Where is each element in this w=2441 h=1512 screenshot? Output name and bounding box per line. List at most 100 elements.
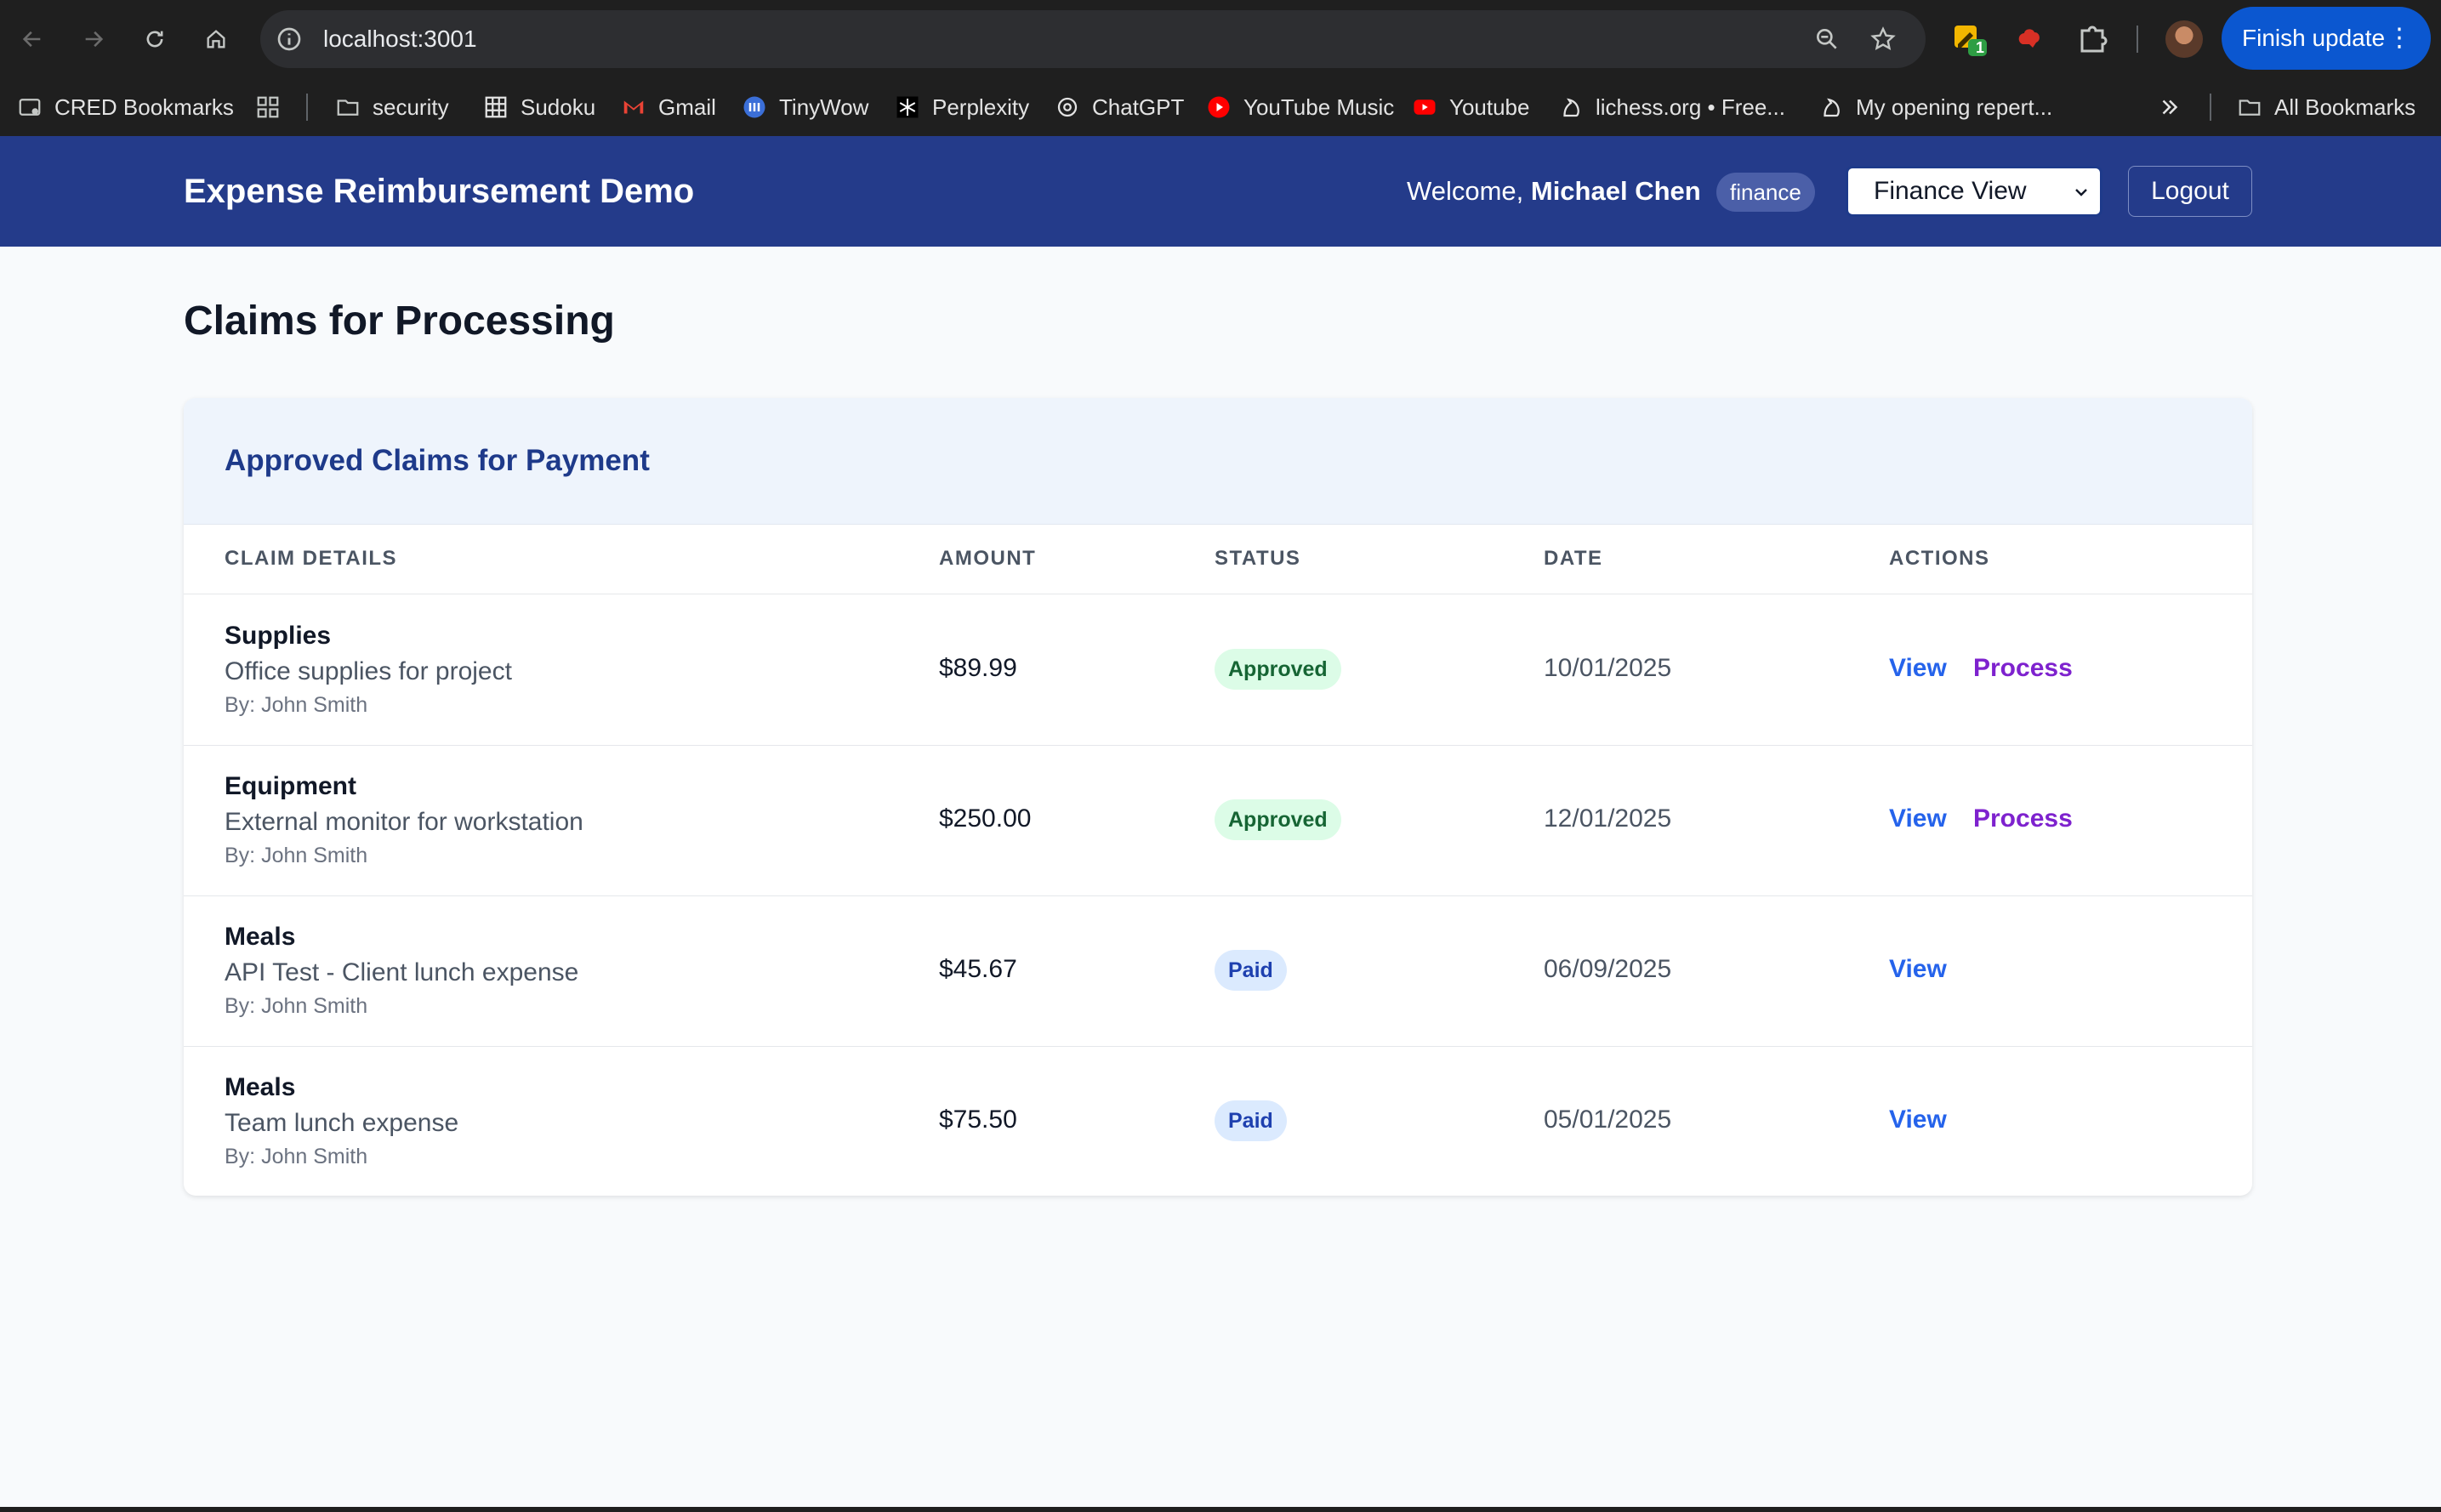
card-title: Approved Claims for Payment	[225, 444, 650, 477]
claim-category: Equipment	[225, 772, 356, 800]
claim-submitter: By: John Smith	[225, 994, 368, 1018]
bookmark-gmail[interactable]: Gmail	[621, 78, 716, 136]
folder-icon	[335, 94, 361, 120]
claim-category: Supplies	[225, 622, 332, 650]
claim-amount: $250.00	[939, 804, 1032, 833]
finish-update-label: Finish update	[2242, 25, 2386, 51]
gmail-icon	[621, 94, 646, 120]
table-row: Equipment External monitor for workstati…	[184, 745, 2252, 896]
user-name: Michael Chen	[1530, 176, 1701, 206]
all-bookmarks-button[interactable]: All Bookmarks	[2237, 78, 2415, 136]
youtube-icon	[1412, 94, 1437, 120]
column-header-date: DATE	[1544, 547, 1603, 570]
process-link[interactable]: Process	[1973, 594, 2073, 742]
forward-arrow-icon	[85, 31, 104, 48]
extensions-menu-button[interactable]	[2072, 19, 2113, 60]
claims-card: Approved Claims for Payment CLAIM DETAIL…	[184, 398, 2252, 1196]
table-row: Meals Team lunch expense By: John Smith …	[184, 1046, 2252, 1196]
logout-button[interactable]: Logout	[2128, 166, 2252, 217]
claim-date: 12/01/2025	[1544, 804, 1672, 833]
bookmark-label: security	[373, 94, 449, 120]
claim-description: Office supplies for project	[225, 657, 512, 685]
claim-amount: $45.67	[939, 955, 1017, 983]
bookmark-sudoku[interactable]: Sudoku	[483, 78, 595, 136]
bookmark-youtube-music[interactable]: YouTube Music	[1206, 78, 1394, 136]
table-row: Supplies Office supplies for project By:…	[184, 594, 2252, 746]
home-button[interactable]	[196, 19, 236, 60]
address-bar[interactable]: localhost:3001	[260, 10, 1926, 68]
bookmark-chatgpt[interactable]: ChatGPT	[1055, 78, 1184, 136]
home-icon	[207, 30, 225, 48]
bookmark-label: ChatGPT	[1092, 94, 1185, 120]
forward-button[interactable]	[73, 19, 114, 60]
bookmark-security[interactable]: security	[335, 78, 449, 136]
puzzle-icon	[2080, 26, 2108, 53]
bookmark-label: Perplexity	[932, 94, 1030, 120]
bookmarks-bar: CRED Bookmarks security Sudoku Gmail Tin…	[0, 78, 2441, 137]
toolbar-divider	[2137, 26, 2138, 53]
claim-description: API Test - Client lunch expense	[225, 958, 579, 986]
extension-brain-icon	[2018, 29, 2040, 48]
sudoku-icon	[483, 94, 509, 120]
site-info-icon[interactable]	[276, 26, 303, 53]
view-link[interactable]: View	[1889, 594, 1947, 742]
bookmark-cred-bookmarks[interactable]: CRED Bookmarks	[17, 78, 234, 136]
view-select[interactable]: Finance View	[1846, 166, 2102, 217]
reload-icon	[146, 31, 163, 48]
view-link[interactable]: View	[1889, 745, 1947, 893]
process-link[interactable]: Process	[1973, 745, 2073, 893]
bookmark-tinywow[interactable]: TinyWow	[742, 78, 868, 136]
claim-description: External monitor for workstation	[225, 808, 583, 836]
lichess-icon	[1558, 94, 1584, 120]
bookmark-label: YouTube Music	[1243, 94, 1395, 120]
status-badge: Paid	[1215, 1100, 1287, 1141]
status-badge: Approved	[1215, 799, 1341, 840]
view-link[interactable]: View	[1889, 1046, 1947, 1194]
bookmark-label: lichess.org • Free...	[1596, 94, 1785, 120]
bookmark-manager-icon	[17, 94, 43, 120]
window-bottom-edge	[0, 1507, 2441, 1512]
table-header: CLAIM DETAILS AMOUNT STATUS DATE ACTIONS	[184, 524, 2252, 594]
claim-submitter: By: John Smith	[225, 693, 368, 717]
claim-description: Team lunch expense	[225, 1109, 459, 1137]
claim-category: Meals	[225, 1073, 296, 1101]
all-bookmarks-label: All Bookmarks	[2274, 94, 2416, 120]
chatgpt-icon	[1055, 94, 1080, 120]
lichess-icon	[1818, 94, 1844, 120]
welcome-prefix: Welcome,	[1407, 176, 1524, 206]
extension-button[interactable]: 1	[1949, 19, 1990, 60]
folder-icon	[2237, 94, 2262, 120]
status-badge: Paid	[1215, 950, 1287, 991]
column-header-claim-details: CLAIM DETAILS	[225, 547, 398, 570]
claim-date: 05/01/2025	[1544, 1106, 1672, 1134]
finish-update-button[interactable]: Finish update ⋮	[2222, 7, 2431, 70]
claim-amount: $75.50	[939, 1106, 1017, 1134]
back-button[interactable]	[12, 19, 53, 60]
double-chevron-right-icon	[2157, 94, 2182, 120]
table-row: Meals API Test - Client lunch expense By…	[184, 895, 2252, 1047]
view-link[interactable]: View	[1889, 895, 1947, 1043]
bookmark-youtube[interactable]: Youtube	[1412, 78, 1529, 136]
profile-avatar[interactable]	[2165, 20, 2203, 58]
extension-button[interactable]	[2009, 19, 2050, 60]
welcome-message: Welcome, Michael Chen	[1407, 136, 1701, 247]
bookmark-lichess[interactable]: lichess.org • Free...	[1558, 78, 1785, 136]
bookmark-label: CRED Bookmarks	[54, 94, 234, 120]
more-vert-icon: ⋮	[2387, 24, 2412, 52]
more-bookmarks-button[interactable]	[2157, 78, 2194, 136]
claim-date: 06/09/2025	[1544, 955, 1672, 983]
bookmark-star-icon[interactable]	[1869, 26, 1897, 53]
column-header-amount: AMOUNT	[939, 547, 1037, 570]
claim-category: Meals	[225, 923, 296, 951]
bookmark-label: TinyWow	[779, 94, 869, 120]
reload-button[interactable]	[134, 19, 175, 60]
bookmark-divider	[2210, 94, 2211, 121]
url-text[interactable]: localhost:3001	[323, 10, 477, 68]
bookmark-opening-repertoire[interactable]: My opening repert...	[1818, 78, 2052, 136]
bookmark-perplexity[interactable]: Perplexity	[895, 78, 1029, 136]
status-badge: Approved	[1215, 649, 1341, 690]
extension-badge: 1	[1975, 39, 1984, 56]
bookmark-label: My opening repert...	[1856, 94, 2053, 120]
bookmark-apps[interactable]	[255, 78, 293, 136]
zoom-icon[interactable]	[1813, 26, 1841, 53]
